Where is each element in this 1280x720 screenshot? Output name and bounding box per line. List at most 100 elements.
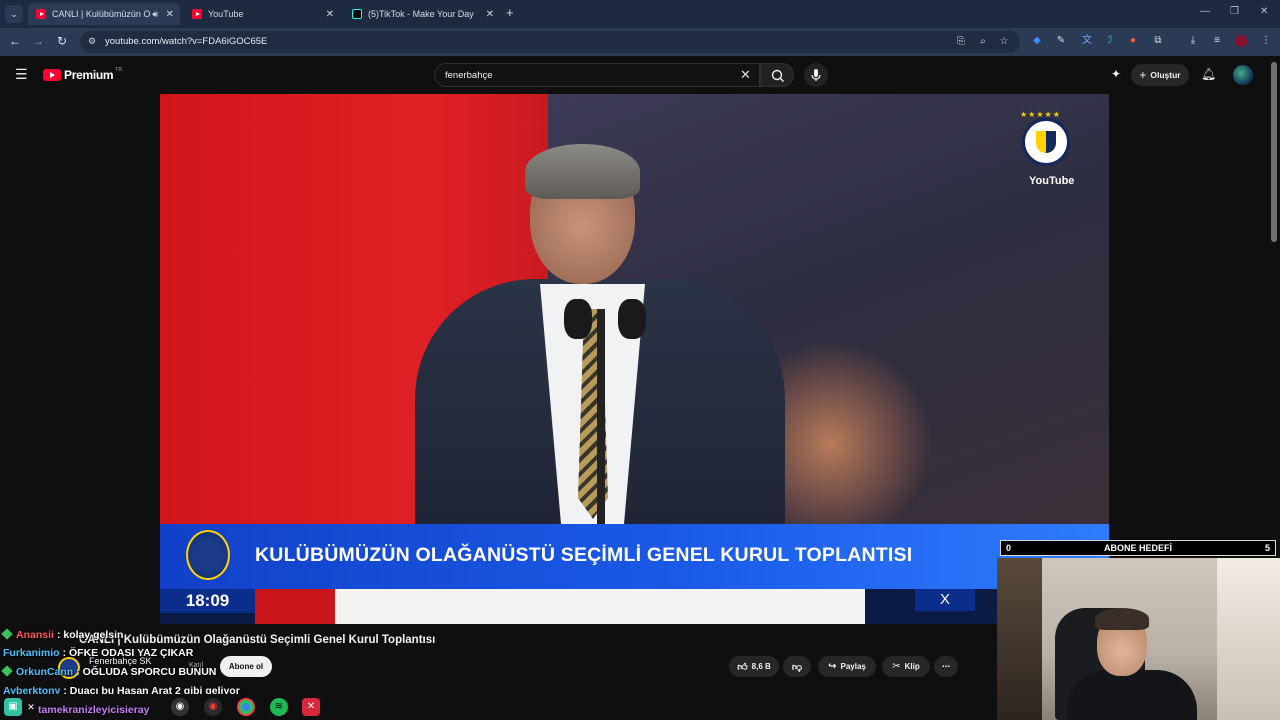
browser-menu-icon[interactable]: ⋮ bbox=[1260, 35, 1272, 47]
tab-youtube[interactable]: YouTube ✕ bbox=[184, 3, 340, 25]
plus-icon: + bbox=[1139, 68, 1147, 82]
streamer-webcam bbox=[997, 558, 1280, 720]
bookmark-star-icon[interactable]: ☆ bbox=[998, 36, 1010, 48]
youtube-logo[interactable]: Premium TR bbox=[43, 67, 122, 82]
search-value[interactable]: fenerbahçe bbox=[445, 70, 493, 81]
account-avatar[interactable] bbox=[1233, 65, 1253, 85]
scissors-icon: ✂ bbox=[892, 661, 901, 672]
hamburger-menu-icon[interactable]: ☰ bbox=[15, 66, 28, 83]
thumbs-up-icon: 👍︎ bbox=[737, 661, 748, 673]
back-icon[interactable]: ← bbox=[7, 34, 23, 48]
search-input[interactable]: fenerbahçe bbox=[434, 63, 760, 87]
tab-title: CANLI | Kulübümüzün O bbox=[52, 9, 151, 19]
app-red-icon[interactable]: ◉ bbox=[204, 698, 222, 716]
browser-tab-strip: ⌄ CANLI | Kulübümüzün O 🔊︎ ✕ YouTube ✕ (… bbox=[0, 0, 1280, 28]
like-button[interactable]: 👍︎ 8,6 B bbox=[729, 656, 779, 677]
microphone-stand bbox=[597, 309, 605, 529]
obs-icon[interactable]: ◉ bbox=[171, 698, 189, 716]
chat-message: OrkunCann: OĞLUDA SPORCU BUNUN bbox=[1, 665, 217, 678]
window-close-icon[interactable]: ✕ bbox=[1260, 6, 1268, 17]
tab-search-icon[interactable]: ⌄ bbox=[5, 5, 23, 23]
lower-third-banner: KULÜBÜMÜZÜN OLAĞANÜSTÜ SEÇİMLİ GENEL KUR… bbox=[160, 524, 1109, 589]
logo-word: Premium bbox=[64, 68, 114, 82]
clear-search-icon[interactable]: ✕ bbox=[740, 67, 751, 83]
minimize-icon[interactable]: — bbox=[1200, 6, 1210, 17]
microphone-left bbox=[564, 299, 592, 339]
extension-text-icon[interactable]: ℐ bbox=[1104, 35, 1116, 47]
streamlabs-icon[interactable]: ▣ bbox=[4, 698, 22, 716]
address-bar[interactable]: ⚙︎ youtube.com/watch?v=FDA6iGOC65E ⎘ ⌕ ☆ bbox=[80, 31, 1020, 53]
chat-user: Furkanimio bbox=[3, 647, 60, 659]
dislike-button[interactable]: 👎︎ bbox=[783, 656, 811, 677]
chat-message: Anansii: kolay gelsin bbox=[1, 628, 124, 641]
chat-badge-icon bbox=[1, 665, 13, 677]
clip-label: Klip bbox=[904, 662, 920, 671]
install-app-icon[interactable]: ⎘ bbox=[955, 36, 967, 48]
goal-label: ABONE HEDEFİ bbox=[1103, 543, 1172, 553]
forward-icon[interactable]: → bbox=[30, 34, 46, 48]
chat-user: tamekranizleyicisieray bbox=[38, 704, 150, 716]
goal-target: 5 bbox=[1264, 543, 1270, 553]
video-player[interactable]: ★★★★★ YouTube KULÜBÜMÜZÜN OLAĞANÜSTÜ SEÇ… bbox=[160, 94, 1109, 624]
share-button[interactable]: ↪ Paylaş bbox=[818, 656, 876, 677]
chat-user: Anansii bbox=[16, 629, 54, 641]
browser-toolbar: ← → ↻ ⚙︎ youtube.com/watch?v=FDA6iGOC65E… bbox=[0, 28, 1280, 56]
close-icon[interactable]: ✕ bbox=[486, 9, 494, 20]
extension-pen-icon[interactable]: ✎ bbox=[1055, 35, 1067, 47]
youtube-play-icon bbox=[43, 69, 61, 81]
streamer-body bbox=[1067, 670, 1197, 720]
ticker-area bbox=[335, 589, 865, 624]
red-strip bbox=[255, 589, 335, 624]
extension-translate-icon[interactable]: 文 bbox=[1081, 35, 1093, 47]
x-social-icon: X bbox=[915, 589, 975, 611]
youtube-favicon-icon bbox=[192, 9, 202, 19]
clock-display: 18:09 bbox=[160, 589, 255, 613]
create-button[interactable]: + Oluştur bbox=[1131, 64, 1189, 86]
close-icon[interactable]: ✕ bbox=[326, 9, 334, 20]
chat-user: OrkunCann bbox=[16, 666, 74, 678]
restore-icon[interactable]: ❐ bbox=[1230, 6, 1239, 17]
chat-text: : OĞLUDA SPORCU BUNUN bbox=[76, 666, 217, 678]
club-emblem-icon bbox=[186, 530, 230, 580]
downloads-icon[interactable]: ⤓ bbox=[1187, 35, 1199, 47]
more-icon: ⋯ bbox=[942, 662, 950, 671]
audio-playing-icon[interactable]: 🔊︎ bbox=[152, 9, 158, 20]
search-button[interactable] bbox=[760, 63, 794, 87]
extensions-puzzle-icon[interactable]: ⧉ bbox=[1152, 35, 1164, 47]
zoom-icon[interactable]: ⌕ bbox=[977, 36, 989, 48]
profile-avatar-icon[interactable] bbox=[1235, 35, 1247, 47]
tab-title: (5)TikTok - Make Your Day bbox=[368, 9, 474, 19]
url-text[interactable]: youtube.com/watch?v=FDA6iGOC65E bbox=[105, 36, 267, 47]
chat-message: tamekranizleyicisieray bbox=[38, 704, 153, 716]
subscriber-goal-bar: 0 ABONE HEDEFİ 5 bbox=[1000, 540, 1276, 556]
reading-list-icon[interactable]: ≡ bbox=[1211, 35, 1223, 47]
webcam-light bbox=[1217, 558, 1280, 720]
notifications-bell-icon[interactable]: 🔔︎ bbox=[1201, 67, 1216, 81]
club-crest-icon bbox=[1022, 118, 1070, 166]
tab-tiktok[interactable]: (5)TikTok - Make Your Day ✕ bbox=[344, 3, 500, 25]
ai-assistant-icon[interactable]: ✦ bbox=[1111, 67, 1121, 81]
share-icon: ↪ bbox=[828, 661, 837, 672]
chat-message: Furkanimio: ÖFKE ODASI YAZ ÇIKAR bbox=[3, 647, 193, 659]
tiktok-favicon-icon bbox=[352, 9, 362, 19]
chat-text: : kolay gelsin bbox=[56, 629, 124, 641]
microphone-right bbox=[618, 299, 646, 339]
new-tab-icon[interactable]: + bbox=[506, 5, 514, 20]
extension-shield-icon[interactable]: ◆ bbox=[1031, 35, 1043, 47]
reload-icon[interactable]: ↻ bbox=[54, 34, 70, 48]
site-info-icon[interactable]: ⚙︎ bbox=[88, 36, 96, 47]
chat-badge-icon bbox=[1, 628, 13, 640]
voice-search-button[interactable] bbox=[804, 63, 828, 87]
app-x-icon[interactable]: ✕ bbox=[302, 698, 320, 716]
close-x-icon[interactable]: ✕ bbox=[22, 698, 40, 716]
clip-button[interactable]: ✂ Klip bbox=[882, 656, 930, 677]
extension-red-icon[interactable]: ● bbox=[1127, 35, 1139, 47]
tab-live-video[interactable]: CANLI | Kulübümüzün O 🔊︎ ✕ bbox=[28, 3, 180, 25]
region-code: TR bbox=[115, 67, 122, 73]
page-scrollbar[interactable] bbox=[1271, 62, 1277, 242]
chat-text: : ÖFKE ODASI YAZ ÇIKAR bbox=[62, 647, 194, 659]
more-actions-button[interactable]: ⋯ bbox=[934, 656, 958, 677]
spotify-icon[interactable]: ≋ bbox=[270, 698, 288, 716]
chrome-icon[interactable] bbox=[237, 698, 255, 716]
close-icon[interactable]: ✕ bbox=[166, 9, 174, 20]
